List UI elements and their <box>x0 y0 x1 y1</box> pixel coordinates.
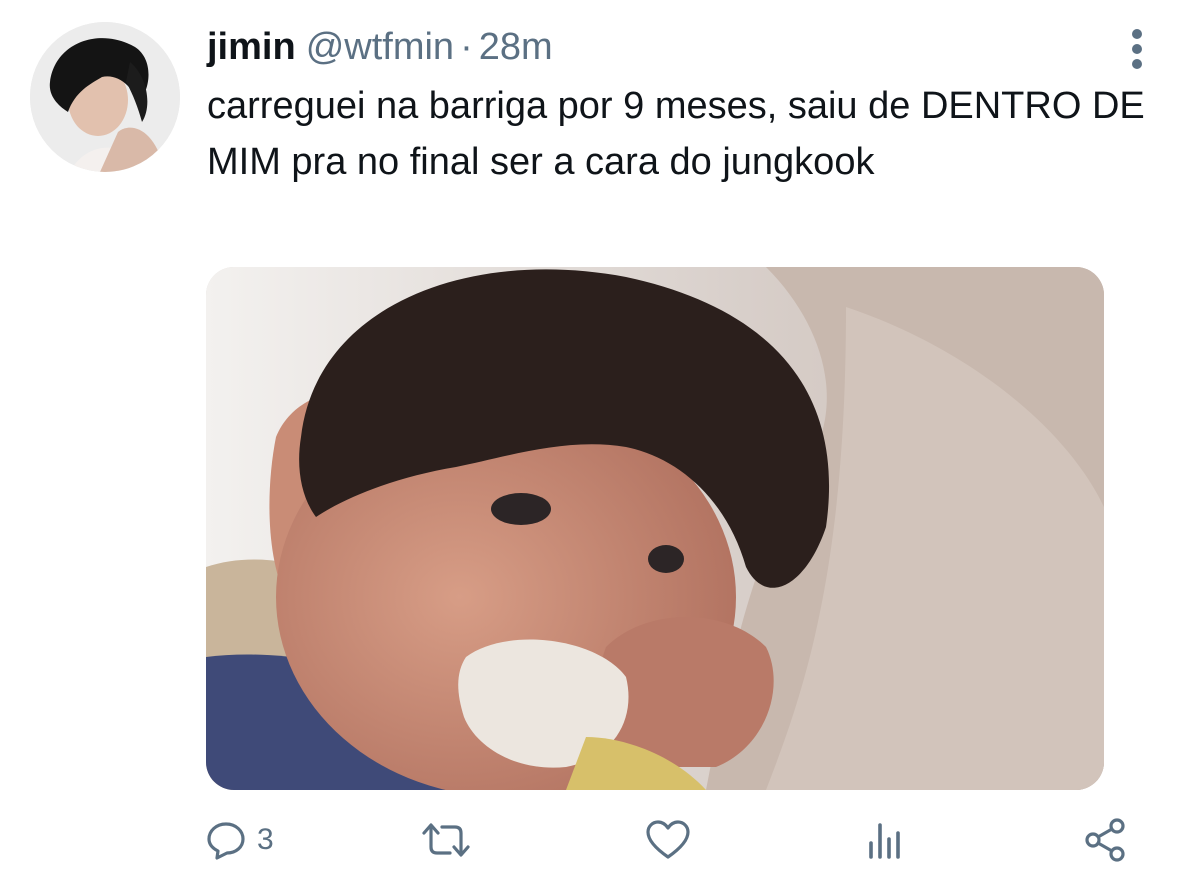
author-handle[interactable]: @wtfmin <box>306 26 454 68</box>
reply-count: 3 <box>257 823 274 856</box>
reply-icon <box>205 819 247 861</box>
tweet-text: carreguei na barriga por 9 meses, saiu d… <box>207 85 1145 183</box>
tweet-header: jimin @wtfmin · 28m <box>207 24 553 70</box>
tweet-actions: 3 <box>0 812 1200 868</box>
analytics-icon <box>864 819 906 861</box>
heart-icon <box>645 819 691 861</box>
retweet-button[interactable] <box>418 812 474 868</box>
more-vertical-icon[interactable] <box>1122 28 1152 70</box>
separator-dot: · <box>460 26 473 68</box>
retweet-icon <box>418 819 474 861</box>
like-button[interactable] <box>645 812 691 868</box>
author-name[interactable]: jimin <box>207 26 296 68</box>
tweet[interactable]: jimin @wtfmin · 28m carreguei na barriga po… <box>0 0 1200 881</box>
tweet-media-image[interactable] <box>206 267 1104 790</box>
share-icon <box>1083 817 1129 863</box>
avatar[interactable] <box>30 22 180 172</box>
share-button[interactable] <box>1083 812 1129 868</box>
reply-button[interactable]: 3 <box>205 812 274 868</box>
analytics-button[interactable] <box>864 812 906 868</box>
tweet-time[interactable]: 28m <box>479 26 553 68</box>
